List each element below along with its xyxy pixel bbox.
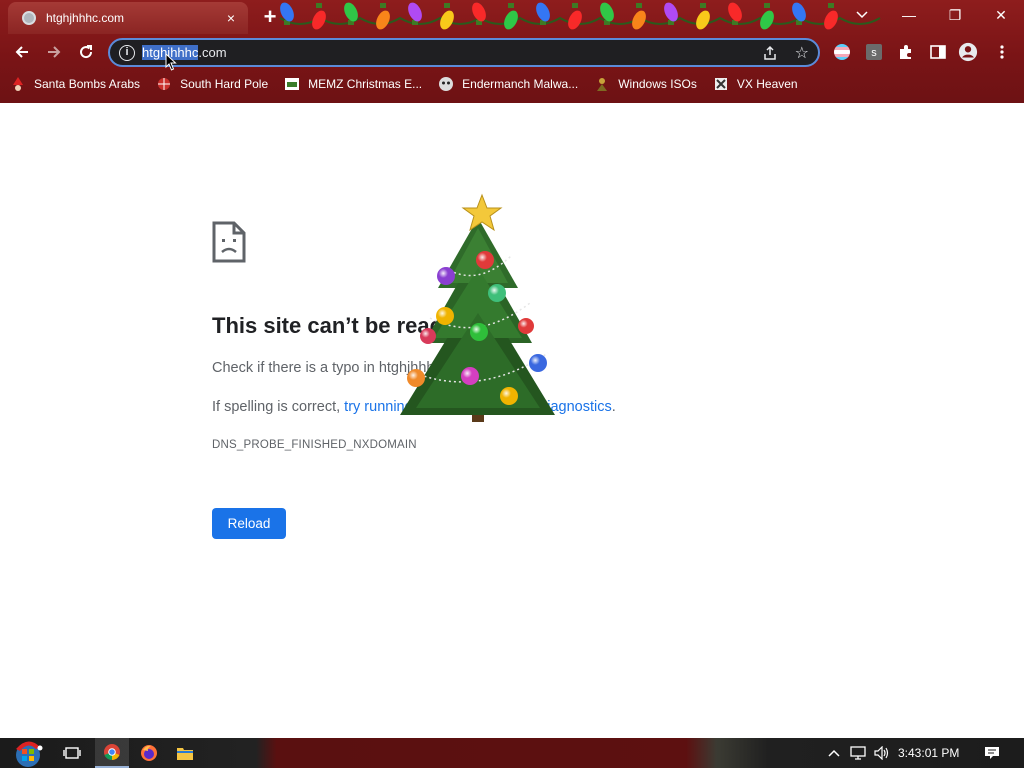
tree-star xyxy=(461,193,503,232)
christmas-light-bulb xyxy=(728,2,742,25)
s-extension-icon[interactable]: s xyxy=(864,42,884,62)
tab-search-button[interactable] xyxy=(850,4,874,26)
christmas-light-bulb xyxy=(536,2,550,25)
christmas-light-bulb xyxy=(472,2,486,25)
arrow-left-icon xyxy=(15,46,28,58)
start-button[interactable] xyxy=(8,738,48,768)
santa-icon xyxy=(10,76,26,92)
bookmark-label: Endermanch Malwa... xyxy=(462,77,579,91)
firefox-icon xyxy=(141,745,157,761)
windows-start-orb-icon xyxy=(16,741,43,767)
close-tab-icon[interactable]: × xyxy=(222,9,240,27)
bookmark-star-icon[interactable]: ☆ xyxy=(795,43,809,63)
back-button[interactable] xyxy=(10,40,34,64)
speaker-icon xyxy=(874,746,889,760)
christmas-light-bulb xyxy=(504,3,518,30)
bookmark-item[interactable]: South Hard Pole xyxy=(156,76,268,92)
task-view-button[interactable] xyxy=(56,738,88,768)
close-window-button[interactable]: ✕ xyxy=(978,0,1024,30)
windows-taskbar: 3:43:01 PM xyxy=(0,738,1024,768)
notification-icon xyxy=(985,747,999,759)
christmas-light-bulb xyxy=(760,3,774,30)
chevron-up-icon xyxy=(828,749,840,757)
christmas-light-bulb xyxy=(632,3,646,30)
tab-active[interactable]: htghjhhhc.com × xyxy=(8,2,248,34)
bookmark-label: Santa Bombs Arabs xyxy=(34,77,141,91)
puzzle-extensions-icon[interactable] xyxy=(896,42,916,62)
arrow-right-icon xyxy=(48,46,61,58)
taskbar-firefox-button[interactable] xyxy=(132,738,166,768)
address-bar[interactable]: i htghjhhhc.com ☆ xyxy=(108,38,820,67)
globe-icon xyxy=(22,11,36,25)
minimize-button[interactable]: — xyxy=(886,0,932,30)
notification-center-button[interactable] xyxy=(980,738,1004,768)
volume-tray-button[interactable] xyxy=(872,738,892,768)
christmas-light-bulb xyxy=(344,2,358,25)
bookmark-label: South Hard Pole xyxy=(180,77,269,91)
side-panel-icon[interactable] xyxy=(928,42,948,62)
christmas-light-bulb xyxy=(600,2,614,25)
folder-icon xyxy=(177,748,193,760)
christmas-light-bulb xyxy=(440,3,454,30)
browser-chrome: htghjhhhc.com × + — ❐ ✕ i htghjhhhc.com … xyxy=(0,0,1024,103)
svg-text:s: s xyxy=(871,47,877,59)
bookmark-item[interactable]: Windows ISOs xyxy=(594,76,697,92)
taskbar-file-explorer-button[interactable] xyxy=(168,738,202,768)
christmas-tree-overlay xyxy=(400,193,555,422)
christmas-light-bulb xyxy=(312,3,326,30)
refresh-icon xyxy=(80,45,93,59)
christmas-light-bulb xyxy=(408,2,422,25)
christmas-light-bulb xyxy=(568,3,582,30)
new-tab-button[interactable]: + xyxy=(258,6,282,30)
vx-heaven-icon xyxy=(713,76,729,92)
christmas-light-bulb xyxy=(696,3,710,30)
taskbar-chrome-button[interactable] xyxy=(95,738,129,768)
url-text[interactable]: htghjhhhc.com xyxy=(142,45,227,60)
trans-flag-extension-icon[interactable] xyxy=(832,42,852,62)
reload-button[interactable]: Reload xyxy=(212,508,286,539)
bookmark-label: Windows ISOs xyxy=(618,77,697,91)
endermanch-icon xyxy=(438,76,454,92)
bookmark-label: VX Heaven xyxy=(736,77,798,91)
christmas-light-bulb xyxy=(664,2,678,25)
bookmark-item[interactable]: VX Heaven xyxy=(713,76,798,92)
memz-icon xyxy=(284,76,300,92)
restore-button[interactable]: ❐ xyxy=(932,0,978,30)
bookmarks-bar: Santa Bombs Arabs South Hard Pole MEMZ C… xyxy=(10,73,814,95)
christmas-light-bulb xyxy=(376,3,390,30)
error-page: This site can’t be reached Check if ther… xyxy=(0,103,1024,738)
christmas-light-bulb xyxy=(792,2,806,25)
task-view-icon xyxy=(63,747,81,759)
show-hidden-icons-button[interactable] xyxy=(826,738,842,768)
network-icon xyxy=(850,746,866,760)
bookmark-label: MEMZ Christmas E... xyxy=(308,77,423,91)
windows-isos-icon xyxy=(594,76,610,92)
bookmark-item[interactable]: Santa Bombs Arabs xyxy=(10,76,140,92)
mouse-cursor-icon xyxy=(165,53,177,71)
forward-button[interactable] xyxy=(42,40,66,64)
chrome-icon xyxy=(104,744,120,761)
network-tray-button[interactable] xyxy=(848,738,868,768)
error-code: DNS_PROBE_FINISHED_NXDOMAIN xyxy=(212,439,417,451)
tab-title: htghjhhhc.com xyxy=(46,11,125,25)
menu-kebab-icon[interactable] xyxy=(992,42,1012,62)
url-rest-text: .com xyxy=(198,45,227,60)
bookmark-item[interactable]: MEMZ Christmas E... xyxy=(284,76,422,92)
reload-toolbar-button[interactable] xyxy=(74,40,98,64)
diagnostics-prefix: If spelling is correct, xyxy=(212,399,345,415)
snowflake-icon xyxy=(156,76,172,92)
taskbar-clock[interactable]: 3:43:01 PM xyxy=(898,738,959,768)
share-icon[interactable] xyxy=(762,45,778,66)
christmas-light-bulb xyxy=(824,3,838,30)
bookmark-item[interactable]: Endermanch Malwa... xyxy=(438,76,578,92)
info-icon[interactable]: i xyxy=(119,45,135,61)
sad-document-icon xyxy=(212,221,246,263)
profile-avatar-icon[interactable] xyxy=(958,42,978,62)
diagnostics-suffix: . xyxy=(611,399,616,415)
